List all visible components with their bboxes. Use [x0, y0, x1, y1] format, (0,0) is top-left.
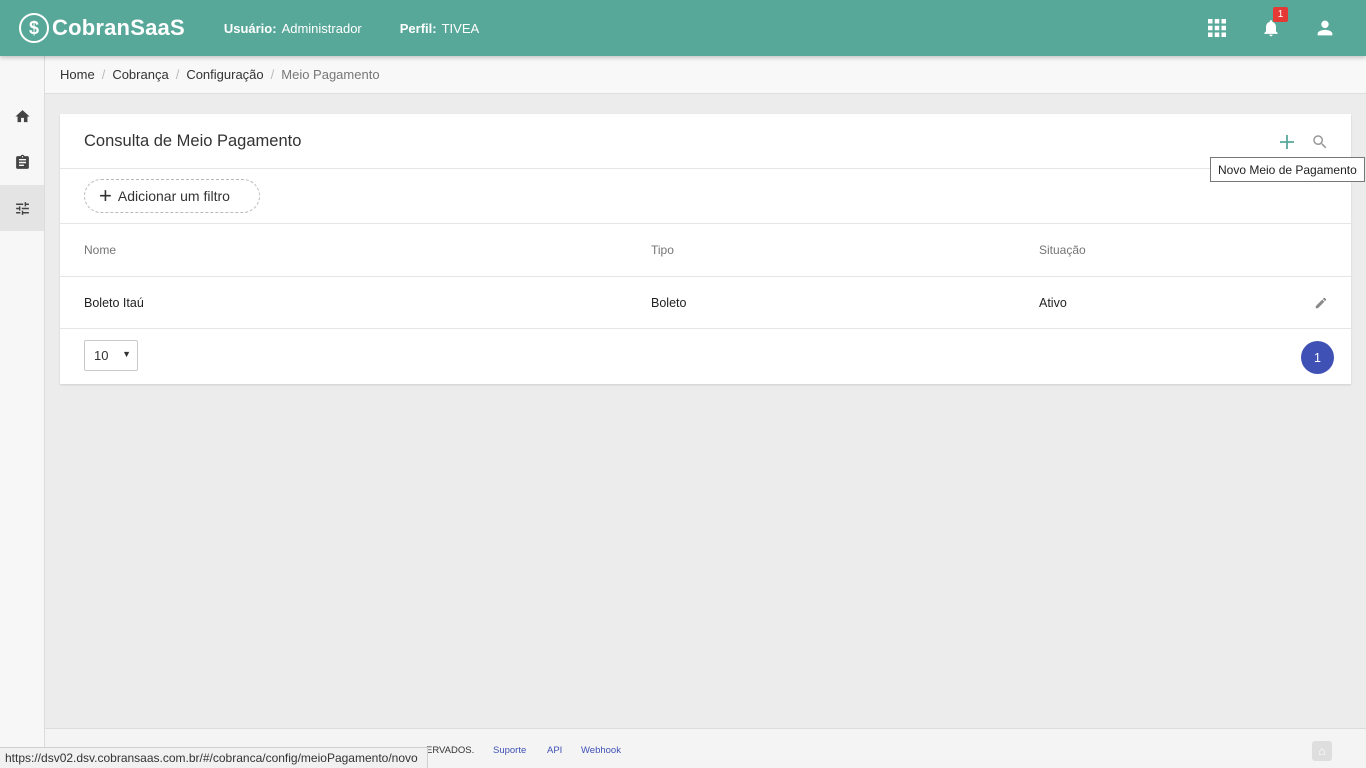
search-icon: [1312, 134, 1326, 148]
footer-copyright: ERVADOS.: [426, 745, 475, 756]
footer-link-webhook[interactable]: Webhook: [581, 745, 621, 756]
sidebar-item-configuracao[interactable]: [0, 185, 44, 231]
page-button-current[interactable]: 1: [1301, 341, 1334, 374]
add-filter-label: Adicionar um filtro: [117, 188, 230, 204]
add-payment-method-button[interactable]: [1273, 128, 1300, 155]
home-icon: [14, 109, 30, 122]
caret-down-icon: ▼: [122, 349, 131, 359]
cell-nome: Boleto Itaú: [84, 295, 144, 310]
top-app-bar: $ CobranSaaS Usuário: Administrador Perf…: [0, 0, 1366, 56]
profile-label: Perfil:: [399, 20, 437, 36]
edit-row-button[interactable]: [1312, 294, 1330, 312]
page-size-select[interactable]: 10 ▼: [84, 340, 138, 371]
page-size-value: 10: [94, 348, 109, 363]
apps-grid-button[interactable]: [1190, 0, 1244, 56]
notifications-button[interactable]: 1: [1244, 0, 1298, 56]
breadcrumb-configuracao[interactable]: Configuração: [186, 67, 263, 82]
pagination: 10 ▼ 1: [60, 329, 1351, 384]
footer-link-suporte[interactable]: Suporte: [493, 745, 526, 756]
plus-icon: +: [99, 183, 112, 208]
cell-tipo: Boleto: [651, 295, 687, 310]
filter-row: + Adicionar um filtro: [60, 169, 1351, 224]
user-info: Usuário: Administrador: [224, 21, 362, 36]
page-title: Consulta de Meio Pagamento: [84, 131, 302, 150]
settings-sliders-icon: [15, 201, 29, 215]
breadcrumb-separator: /: [101, 67, 106, 82]
footer-link-api[interactable]: API: [547, 745, 562, 756]
profile-value: TIVEA: [441, 20, 480, 36]
plus-icon: [1279, 134, 1294, 149]
column-header-nome[interactable]: Nome: [84, 243, 116, 257]
payment-method-card: Consulta de Meio Pagamento + Adicionar u…: [60, 114, 1351, 384]
breadcrumb-cobranca[interactable]: Cobrança: [112, 67, 168, 82]
table-header: Nome Tipo Situação: [60, 224, 1351, 277]
header-actions: 1: [1190, 0, 1366, 56]
app-logo[interactable]: $ CobranSaaS: [19, 0, 185, 56]
breadcrumb-home[interactable]: Home: [60, 67, 95, 82]
user-account-button[interactable]: [1298, 0, 1352, 56]
breadcrumb: Home / Cobrança / Configuração / Meio Pa…: [45, 56, 1366, 94]
card-actions: [1273, 128, 1333, 155]
sidebar-item-cobranca[interactable]: [0, 139, 44, 185]
logo-coin-icon: $: [19, 13, 49, 43]
user-label: Usuário:: [223, 20, 277, 36]
browser-status-url: https://dsv02.dsv.cobransaas.com.br/#/co…: [0, 747, 428, 768]
card-header: Consulta de Meio Pagamento: [60, 114, 1351, 169]
notification-badge: 1: [1273, 7, 1288, 22]
apps-grid-icon: [1208, 19, 1226, 37]
pencil-icon: [1315, 297, 1327, 308]
column-header-tipo[interactable]: Tipo: [651, 243, 674, 257]
search-button[interactable]: [1306, 128, 1333, 155]
column-header-situacao[interactable]: Situação: [1039, 243, 1086, 257]
clipboard-icon: [15, 154, 29, 169]
profile-info: Perfil: TIVEA: [400, 21, 479, 36]
cell-situacao: Ativo: [1039, 295, 1067, 310]
breadcrumb-separator: /: [270, 67, 275, 82]
user-account-icon: [1317, 20, 1333, 36]
tooltip: Novo Meio de Pagamento: [1210, 157, 1365, 182]
footer-logo-icon: ⌂: [1312, 741, 1332, 761]
breadcrumb-current: Meio Pagamento: [281, 67, 380, 82]
sidebar-item-home[interactable]: [0, 93, 44, 139]
user-value: Administrador: [281, 20, 362, 36]
sidebar: [0, 56, 45, 768]
table-row[interactable]: Boleto Itaú Boleto Ativo: [60, 277, 1351, 329]
logo-text: CobranSaaS: [52, 15, 185, 40]
breadcrumb-separator: /: [175, 67, 180, 82]
add-filter-button[interactable]: + Adicionar um filtro: [84, 179, 260, 213]
